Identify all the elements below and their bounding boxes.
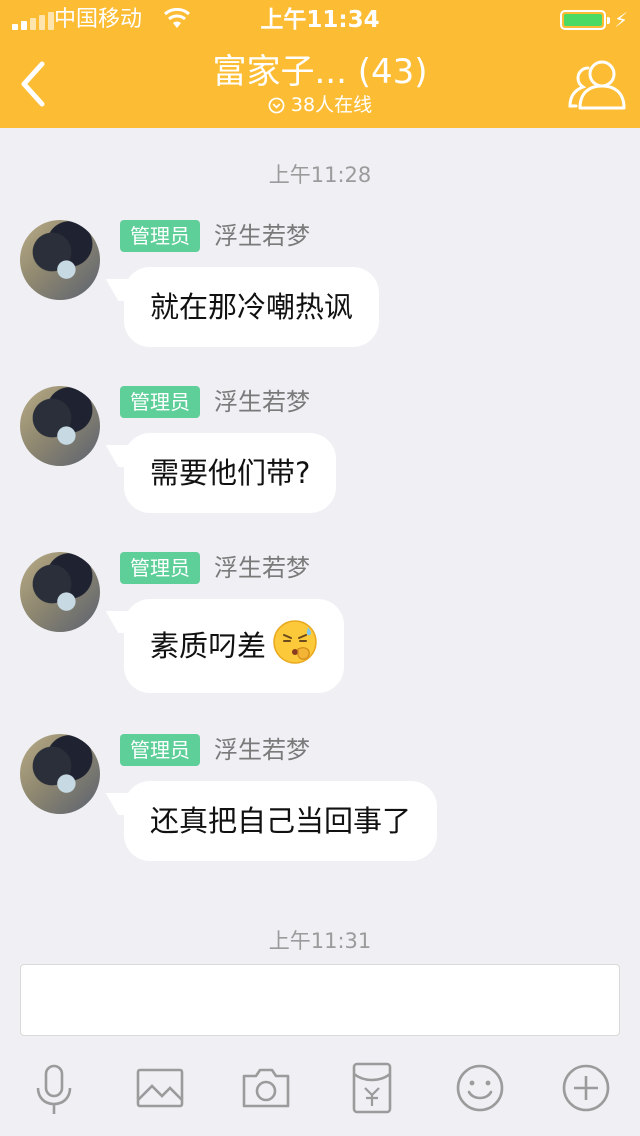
- avatar[interactable]: [20, 386, 100, 466]
- camera-icon[interactable]: [238, 1060, 294, 1116]
- online-count-label: 38人在线: [290, 94, 373, 116]
- group-members-icon[interactable]: [566, 56, 628, 114]
- message-text: 需要他们带?: [150, 456, 311, 490]
- sweating-face-emoji: [273, 620, 317, 664]
- battery-icon: [560, 10, 610, 30]
- message-bubble[interactable]: 需要他们带?: [124, 433, 337, 513]
- status-bar: 中国移动 上午11:34 ⚡: [0, 0, 640, 40]
- status-time: 上午11:34: [260, 7, 380, 33]
- admin-badge: 管理员: [120, 552, 200, 584]
- plus-icon[interactable]: [558, 1060, 614, 1116]
- sender-name: 浮生若梦: [214, 554, 310, 582]
- admin-badge: 管理员: [120, 734, 200, 766]
- message-text: 就在那冷嘲热讽: [150, 290, 354, 324]
- admin-badge: 管理员: [120, 220, 200, 252]
- chat-title[interactable]: 富家子... (43): [0, 52, 640, 92]
- timestamp: 上午11:31: [268, 929, 372, 953]
- timestamp: 上午11:28: [268, 163, 372, 187]
- message-bubble[interactable]: 还真把自己当回事了: [124, 781, 438, 861]
- header-bar: 中国移动 上午11:34 ⚡ 富家子... (43) 38人在线: [0, 0, 640, 128]
- online-count[interactable]: 38人在线: [0, 92, 640, 118]
- red-packet-icon[interactable]: [344, 1060, 400, 1116]
- sender-name: 浮生若梦: [214, 388, 310, 416]
- sender-name: 浮生若梦: [214, 736, 310, 764]
- avatar[interactable]: [20, 220, 100, 300]
- charging-icon: ⚡: [614, 8, 629, 32]
- input-toolbar: [0, 1040, 640, 1136]
- message-text: 还真把自己当回事了: [150, 804, 412, 838]
- message-input[interactable]: [20, 964, 620, 1036]
- avatar[interactable]: [20, 552, 100, 632]
- avatar[interactable]: [20, 734, 100, 814]
- image-icon[interactable]: [132, 1060, 188, 1116]
- chevron-down-circle-icon: [268, 97, 285, 114]
- message-bubble[interactable]: 就在那冷嘲热讽: [124, 267, 380, 347]
- message-bubble[interactable]: 素质叼差: [124, 599, 345, 693]
- admin-badge: 管理员: [120, 386, 200, 418]
- smiley-icon[interactable]: [452, 1060, 508, 1116]
- microphone-icon[interactable]: [26, 1060, 82, 1116]
- message-text: 素质叼差: [150, 629, 267, 663]
- sender-name: 浮生若梦: [214, 222, 310, 250]
